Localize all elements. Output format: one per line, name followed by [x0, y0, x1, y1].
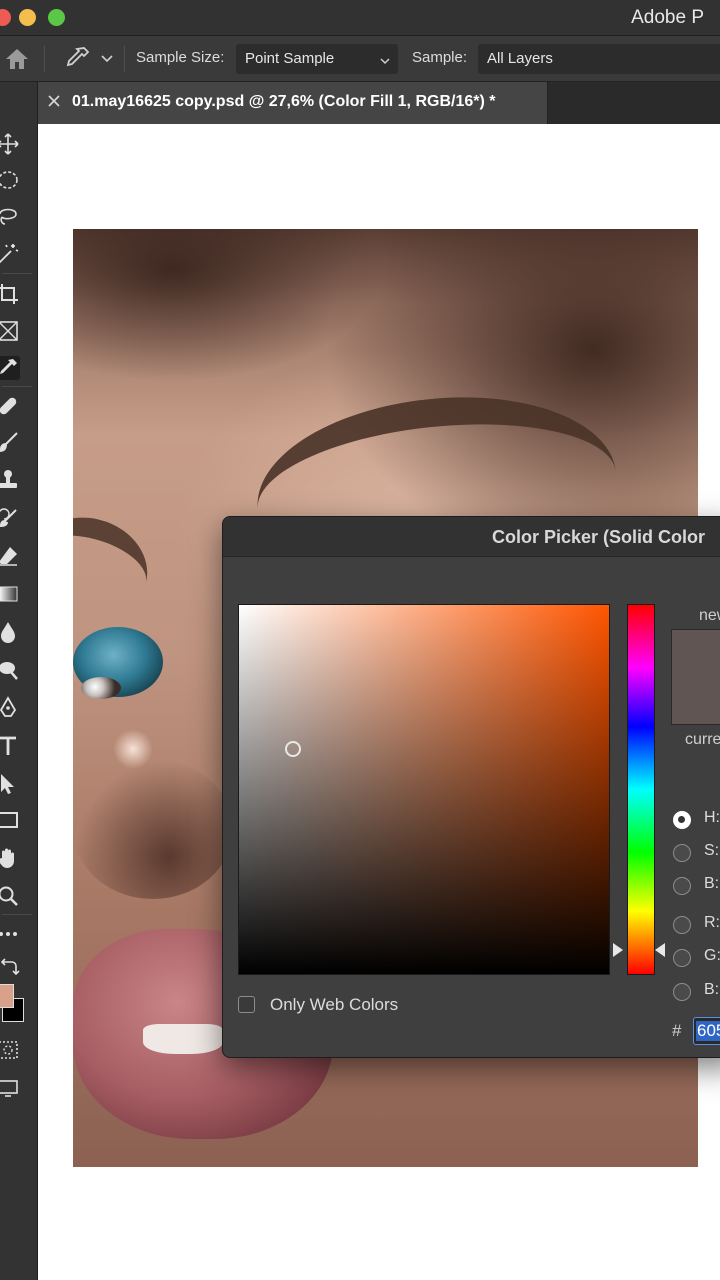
dialog-title: Color Picker (Solid Color [492, 527, 706, 547]
sample-value: All Layers [487, 50, 553, 67]
color-picker-ring[interactable] [285, 741, 301, 757]
home-icon[interactable] [4, 47, 30, 71]
document-tab-bar: 01.may16625 copy.psd @ 27,6% (Color Fill… [38, 82, 720, 124]
photo-eye [81, 677, 121, 699]
current-color-label: curre [685, 731, 720, 748]
options-divider [124, 46, 125, 72]
app-title: Adobe P [631, 7, 704, 28]
hex-color-value: 605 [696, 1021, 720, 1041]
document-tab[interactable]: 01.may16625 copy.psd @ 27,6% (Color Fill… [38, 82, 548, 124]
photo-teeth [143, 1024, 223, 1054]
saturation-radio-label: S: [704, 842, 720, 859]
chevron-down-icon [379, 54, 391, 66]
quick-mask-icon[interactable] [0, 1038, 20, 1062]
screen-mode-icon[interactable] [0, 1076, 20, 1100]
sample-size-value: Point Sample [245, 50, 335, 67]
saturation-brightness-field[interactable] [238, 604, 610, 975]
swap-colors-icon[interactable] [0, 956, 20, 980]
photo-nose-shadow [73, 759, 233, 899]
options-divider [44, 46, 45, 72]
sample-select[interactable]: All Layers [478, 44, 720, 74]
healing-brush-tool-icon[interactable] [0, 394, 20, 418]
eraser-tool-icon[interactable] [0, 544, 20, 568]
saturation-radio[interactable] [673, 844, 691, 862]
only-web-colors-label: Only Web Colors [270, 995, 399, 1014]
sample-size-select[interactable]: Point Sample [236, 44, 398, 74]
close-icon[interactable] [48, 94, 60, 107]
tool-preset-chevron-icon[interactable] [100, 52, 114, 66]
blue-radio[interactable] [673, 983, 691, 1001]
new-color-swatch [671, 629, 720, 725]
green-radio[interactable] [673, 949, 691, 967]
tools-panel [0, 82, 38, 1280]
color-picker-dialog: Color Picker (Solid Color new curre H: S… [222, 516, 720, 1058]
marquee-tool-icon[interactable] [0, 168, 20, 192]
hue-radio[interactable] [673, 811, 691, 829]
lasso-tool-icon[interactable] [0, 204, 20, 228]
blue-radio-label: B: [704, 981, 720, 998]
brush-tool-icon[interactable] [0, 430, 20, 454]
photo-eyebrow-left [73, 504, 159, 594]
more-tools-icon[interactable] [0, 922, 20, 946]
dialog-title-bar[interactable]: Color Picker (Solid Color [223, 517, 720, 557]
pen-tool-icon[interactable] [0, 696, 20, 720]
clone-stamp-tool-icon[interactable] [0, 468, 20, 492]
rectangle-tool-icon[interactable] [0, 808, 20, 832]
frame-tool-icon[interactable] [0, 319, 20, 343]
history-brush-tool-icon[interactable] [0, 506, 20, 530]
hue-slider-handle-left[interactable] [613, 943, 623, 957]
options-bar: Sample Size: Point Sample Sample: All La… [0, 36, 720, 82]
eyedropper-icon[interactable] [62, 44, 92, 74]
photo-eyebrow [248, 380, 618, 528]
tool-divider [2, 386, 32, 387]
red-radio-label: R: [704, 914, 720, 931]
foreground-color-swatch[interactable] [0, 984, 14, 1008]
tool-divider [2, 914, 32, 915]
brightness-radio[interactable] [673, 877, 691, 895]
minimize-window-button[interactable] [19, 9, 36, 26]
title-bar: Adobe P [0, 0, 720, 36]
hex-color-input[interactable]: 605 [693, 1017, 720, 1045]
zoom-window-button[interactable] [48, 9, 65, 26]
hue-slider[interactable] [627, 604, 655, 975]
red-radio[interactable] [673, 916, 691, 934]
blur-tool-icon[interactable] [0, 620, 20, 644]
hue-slider-handle-right[interactable] [655, 943, 665, 957]
brightness-radio-label: B: [704, 875, 720, 892]
tool-divider [2, 273, 32, 274]
document-tab-title: 01.may16625 copy.psd @ 27,6% (Color Fill… [72, 93, 496, 110]
crop-tool-icon[interactable] [0, 282, 20, 306]
new-color-label: new [699, 607, 720, 624]
magic-wand-tool-icon[interactable] [0, 242, 20, 266]
type-tool-icon[interactable] [0, 734, 20, 758]
hue-radio-label: H: [704, 809, 720, 826]
hand-tool-icon[interactable] [0, 846, 20, 870]
gradient-tool-icon[interactable] [0, 582, 20, 606]
zoom-tool-icon[interactable] [0, 884, 20, 908]
hex-hash-label: # [672, 1021, 682, 1040]
path-selection-tool-icon[interactable] [0, 772, 20, 796]
sample-label: Sample: [412, 49, 468, 66]
color-swatches[interactable] [0, 984, 26, 1024]
close-window-button[interactable] [0, 9, 11, 26]
dodge-tool-icon[interactable] [0, 658, 20, 682]
only-web-colors-checkbox[interactable] [238, 996, 255, 1013]
sample-size-label: Sample Size: [136, 49, 225, 66]
green-radio-label: G: [704, 947, 720, 964]
photo-nose-highlight [113, 729, 153, 769]
move-tool-icon[interactable] [0, 132, 20, 156]
eyedropper-tool-icon[interactable] [0, 356, 20, 380]
